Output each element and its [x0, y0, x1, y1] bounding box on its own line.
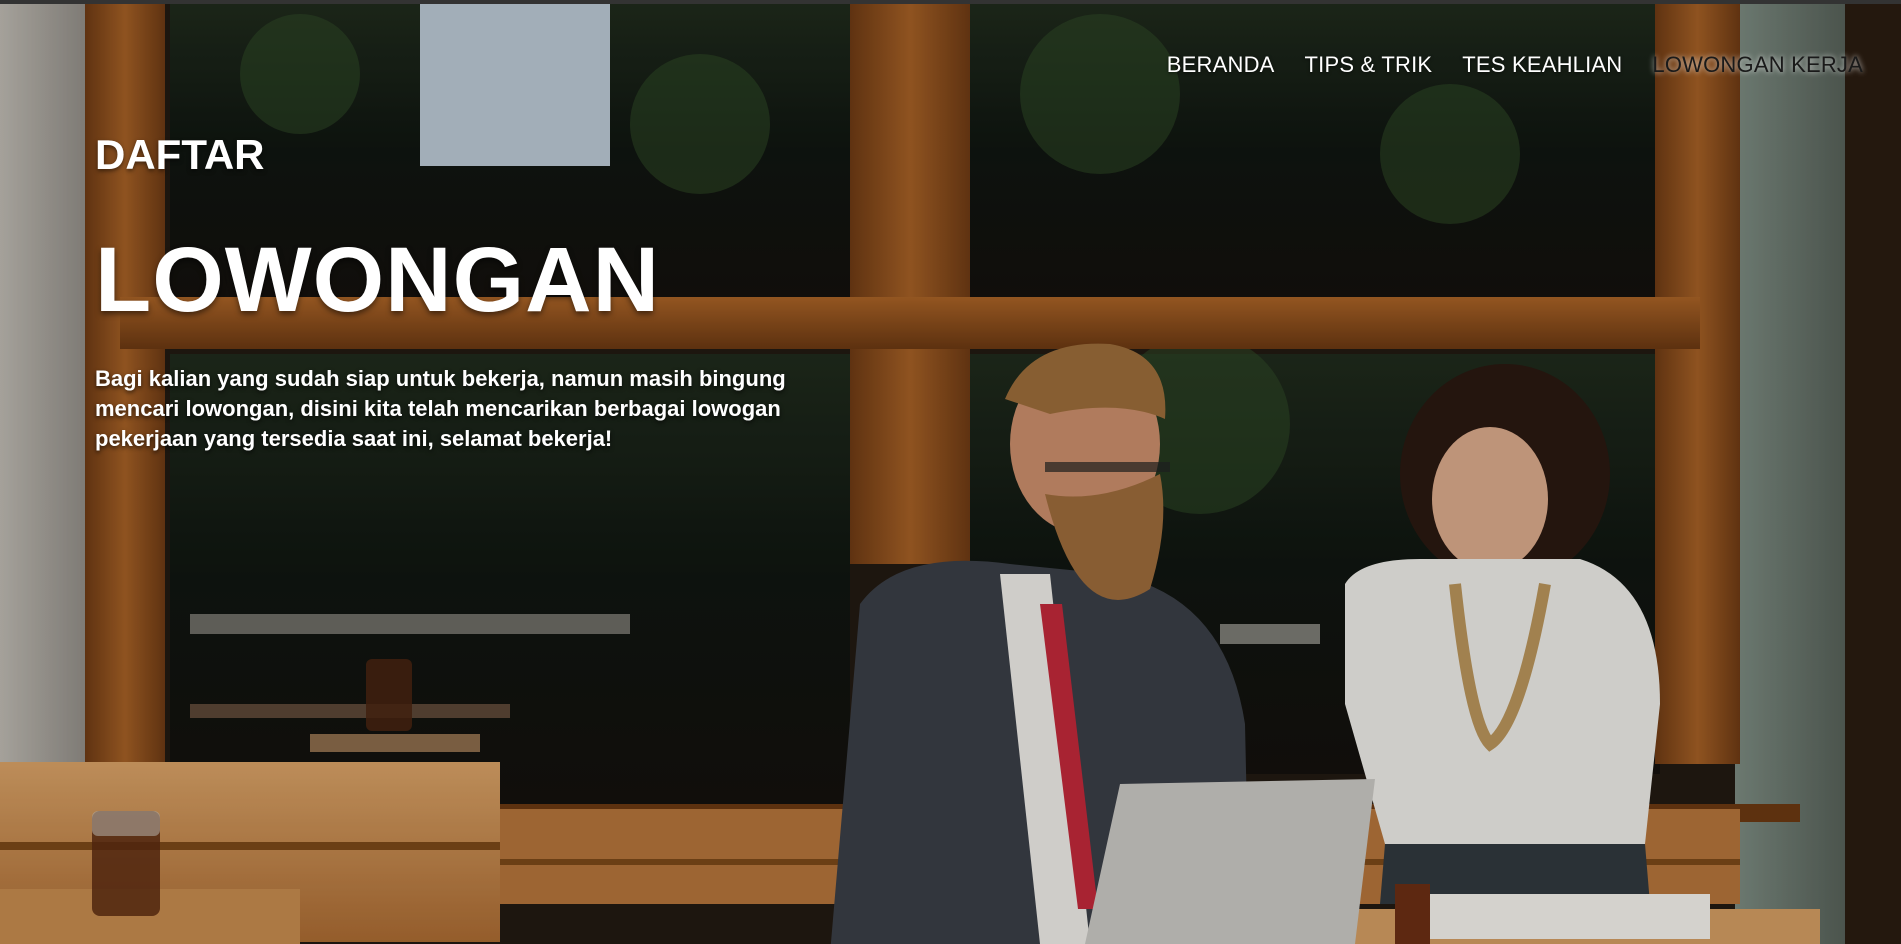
- hero-text-block: DAFTAR LOWONGAN Bagi kalian yang sudah s…: [95, 134, 855, 454]
- nav-item-beranda[interactable]: BERANDA: [1167, 52, 1275, 78]
- nav-item-lowongan-kerja[interactable]: LOWONGAN KERJA: [1652, 52, 1863, 78]
- hero-section: BERANDA TIPS & TRIK TES KEAHLIAN LOWONGA…: [0, 4, 1901, 944]
- hero-kicker: DAFTAR: [95, 131, 265, 178]
- hero-description: Bagi kalian yang sudah siap untuk bekerj…: [95, 366, 786, 451]
- nav-item-tips-trik[interactable]: TIPS & TRIK: [1305, 52, 1433, 78]
- nav-item-tes-keahlian[interactable]: TES KEAHLIAN: [1462, 52, 1622, 78]
- hero-headline: LOWONGAN: [95, 229, 661, 331]
- main-nav: BERANDA TIPS & TRIK TES KEAHLIAN LOWONGA…: [1167, 52, 1863, 78]
